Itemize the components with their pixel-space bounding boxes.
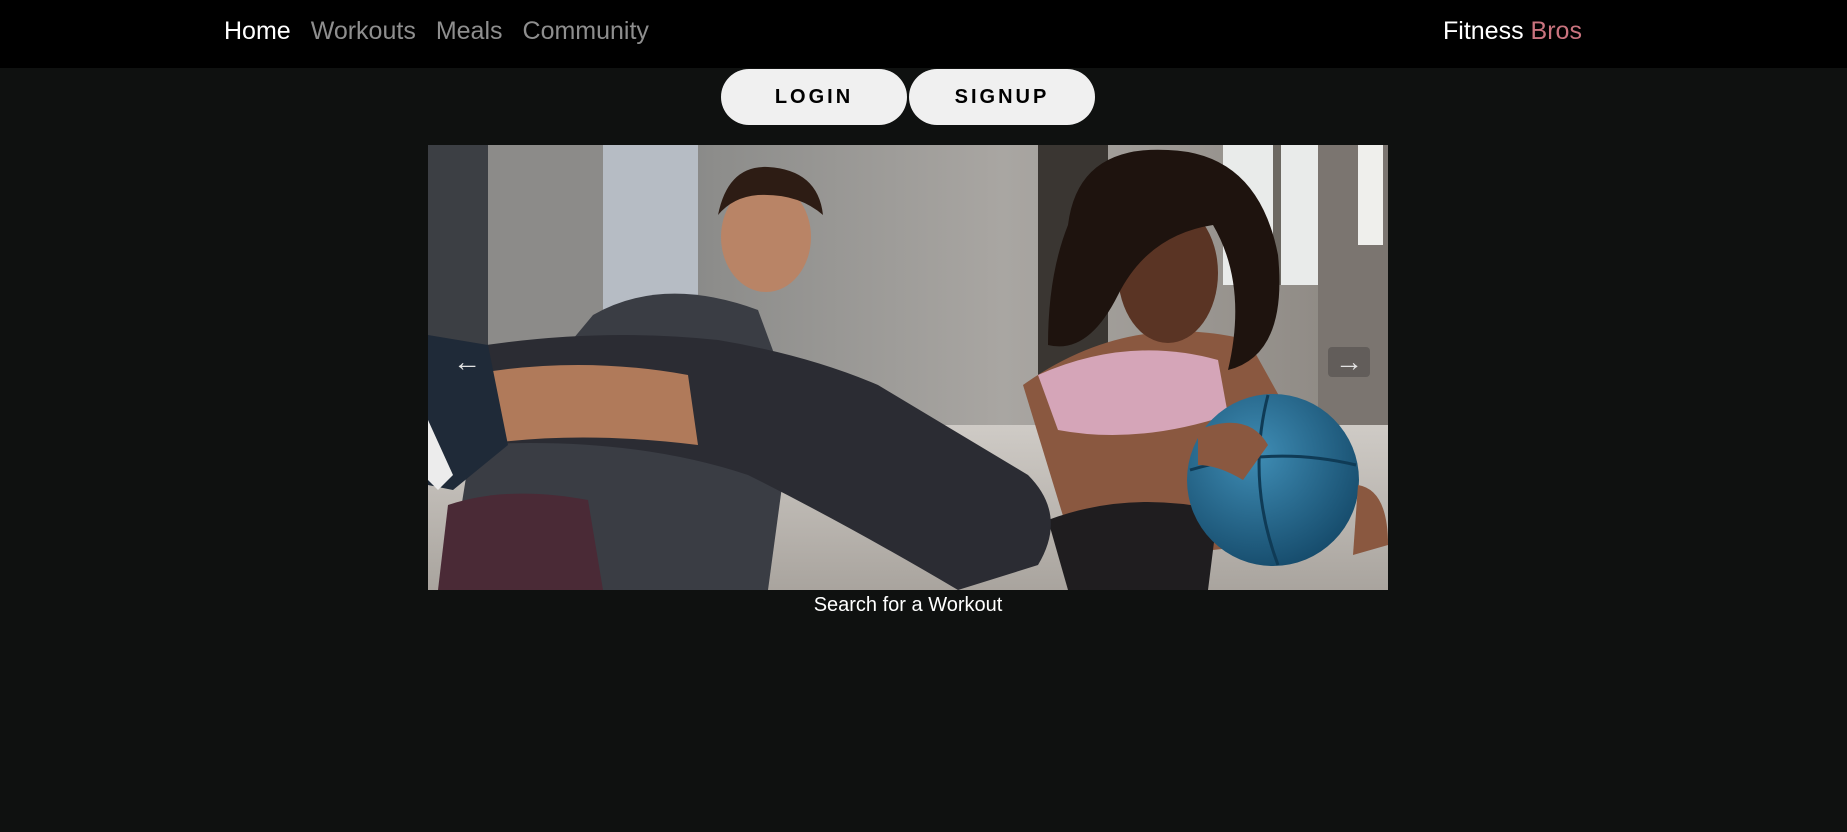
nav-link-workouts[interactable]: Workouts — [311, 16, 416, 46]
nav-links: Home Workouts Meals Community — [224, 16, 649, 46]
auth-buttons: LOGIN SIGNUP — [721, 69, 1095, 125]
carousel-next-arrow-icon[interactable]: → — [1328, 347, 1370, 377]
workout-photo — [428, 145, 1388, 590]
brand-logo[interactable]: Fitness Bros — [1443, 16, 1582, 46]
carousel-prev-arrow-icon[interactable]: ← — [446, 347, 488, 377]
login-button[interactable]: LOGIN — [721, 69, 907, 125]
signup-button[interactable]: SIGNUP — [909, 69, 1095, 125]
nav-link-meals[interactable]: Meals — [436, 16, 503, 46]
nav-link-home[interactable]: Home — [224, 16, 291, 46]
top-navbar: Home Workouts Meals Community Fitness Br… — [0, 0, 1847, 68]
brand-name-first: Fitness — [1443, 17, 1524, 45]
carousel-caption[interactable]: Search for a Workout — [0, 592, 1816, 618]
brand-name-second: Bros — [1530, 17, 1582, 45]
hero-carousel: ← → — [428, 145, 1388, 590]
nav-link-community[interactable]: Community — [523, 16, 649, 46]
